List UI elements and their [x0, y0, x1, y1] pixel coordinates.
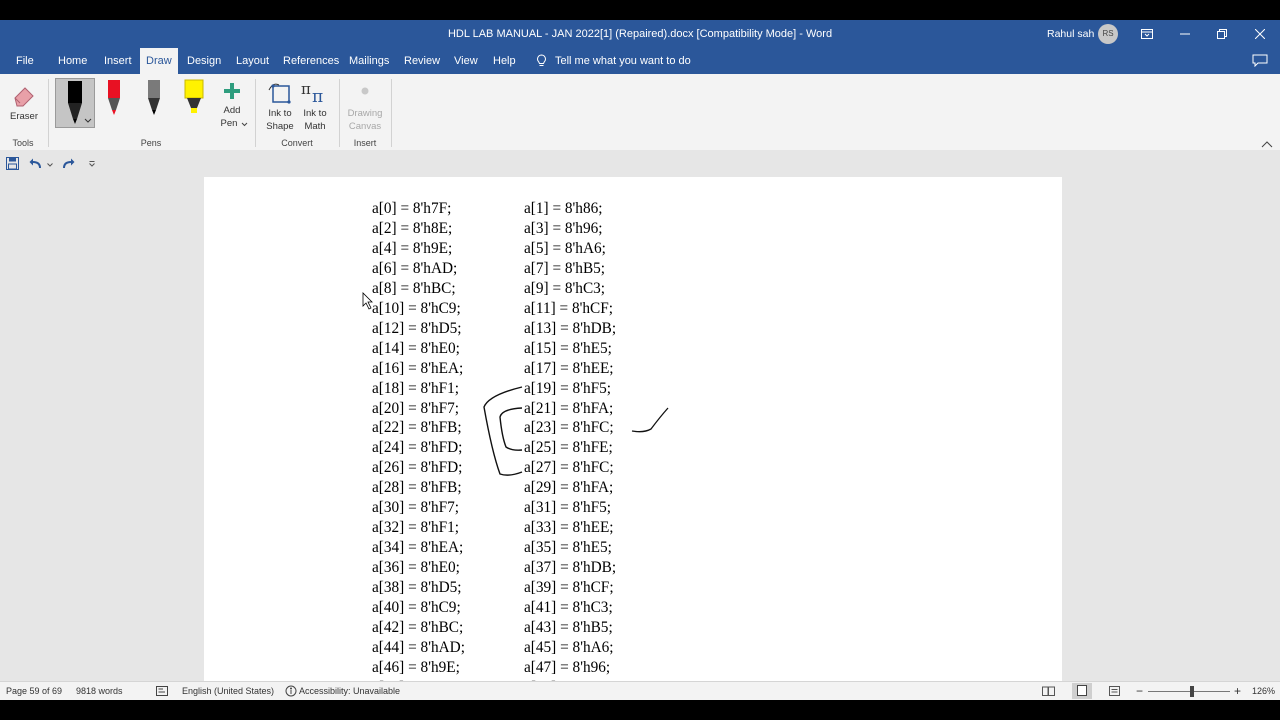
- tab-insert[interactable]: Insert: [104, 48, 132, 74]
- separator: [48, 79, 49, 147]
- word-window: HDL LAB MANUAL - JAN 2022[1] (Repaired).…: [0, 20, 1280, 700]
- document-page[interactable]: a[0] = 8'h7F; a[1] = 8'h86; a[2] = 8'h8E; a…: [204, 177, 1062, 697]
- tab-file[interactable]: File: [16, 48, 34, 74]
- language[interactable]: English (United States): [182, 682, 274, 700]
- accessibility-status[interactable]: Accessibility: Unavailable: [299, 682, 400, 700]
- ink-to-shape-label-1: Ink to: [268, 108, 292, 119]
- zoom-level[interactable]: 126%: [1252, 682, 1275, 700]
- ink-to-math-button[interactable]: π π Ink to Math: [297, 78, 333, 136]
- chevron-down-icon[interactable]: [47, 163, 53, 167]
- ribbon-display-options-icon[interactable]: [1132, 20, 1162, 48]
- tab-design[interactable]: Design: [187, 48, 221, 74]
- zoom-slider-thumb[interactable]: [1190, 686, 1194, 697]
- pencil-icon: [148, 80, 160, 115]
- chevron-down-icon: [84, 118, 92, 123]
- highlighter-yellow[interactable]: [175, 78, 213, 128]
- ink-to-shape-icon: [268, 83, 291, 104]
- ribbon: Eraser Tools Add Pen Pens Ink to Shape π…: [0, 74, 1280, 151]
- print-layout-icon: [1077, 685, 1087, 696]
- handwritten-annotation: [483, 386, 669, 476]
- ink-to-math-label-1: Ink to: [303, 108, 327, 119]
- tab-references[interactable]: References: [283, 48, 339, 74]
- separator: [339, 79, 340, 147]
- black-pen-icon: [68, 81, 82, 124]
- highlighter-icon: [184, 79, 204, 113]
- svg-text:π: π: [312, 87, 323, 106]
- avatar[interactable]: RS: [1098, 24, 1118, 44]
- title-bar: HDL LAB MANUAL - JAN 2022[1] (Repaired).…: [0, 20, 1280, 48]
- add-pen-button[interactable]: Add Pen: [214, 78, 250, 138]
- tab-draw[interactable]: Draw: [140, 48, 178, 74]
- add-pen-label-2: Pen: [220, 118, 238, 129]
- plus-icon: [224, 83, 240, 99]
- word-count[interactable]: 9818 words: [76, 682, 123, 700]
- tab-review[interactable]: Review: [404, 48, 440, 74]
- zoom-in-button[interactable]: +: [1234, 682, 1241, 700]
- restore-icon[interactable]: [1207, 20, 1237, 48]
- comments-icon[interactable]: [1252, 54, 1268, 67]
- chevron-down-icon: [241, 122, 248, 127]
- zoom-out-button[interactable]: −: [1136, 682, 1143, 700]
- add-pen-label-1: Add: [223, 105, 241, 116]
- save-icon[interactable]: [6, 157, 19, 170]
- drawing-canvas-button: Drawing Canvas: [344, 78, 386, 136]
- drawing-canvas-label-1: Drawing: [347, 108, 383, 119]
- tab-help[interactable]: Help: [493, 48, 516, 74]
- eraser-icon: [14, 87, 34, 107]
- tab-view[interactable]: View: [454, 48, 478, 74]
- proofing-icon[interactable]: [156, 686, 168, 696]
- group-tools-label: Tools: [12, 138, 34, 148]
- separator: [391, 79, 392, 147]
- status-bar: Page 59 of 69 9818 words English (United…: [0, 681, 1280, 700]
- ink-to-shape-label-2: Shape: [266, 121, 294, 132]
- red-pen-icon: [108, 80, 120, 115]
- minimize-icon[interactable]: [1170, 20, 1200, 48]
- undo-icon[interactable]: [29, 158, 43, 170]
- quick-access-toolbar: [0, 150, 1280, 176]
- ink-to-math-label-2: Math: [304, 121, 326, 132]
- mouse-pointer-icon: [362, 292, 373, 310]
- ribbon-tabs: File Home Insert Draw Design Layout Refe…: [0, 48, 1280, 74]
- ink-to-shape-button[interactable]: Ink to Shape: [262, 78, 298, 136]
- customize-qat-icon[interactable]: [89, 161, 95, 167]
- user-name[interactable]: Rahul sah: [1047, 20, 1094, 48]
- redo-icon[interactable]: [61, 158, 75, 170]
- lightbulb-icon: [537, 54, 546, 66]
- group-insert-label: Insert: [353, 138, 377, 148]
- page-count[interactable]: Page 59 of 69: [6, 682, 62, 700]
- tell-me-search[interactable]: Tell me what you want to do: [536, 48, 691, 74]
- web-layout-icon[interactable]: [1109, 686, 1122, 697]
- zoom-slider[interactable]: [1148, 686, 1230, 697]
- drawing-canvas-label-2: Canvas: [348, 121, 382, 132]
- separator: [255, 79, 256, 147]
- accessibility-icon[interactable]: [285, 685, 297, 697]
- tab-layout[interactable]: Layout: [236, 48, 269, 74]
- group-pens-label: Pens: [140, 138, 162, 148]
- pen-black[interactable]: [55, 78, 95, 128]
- svg-text:π: π: [301, 80, 311, 98]
- drawing-canvas-icon: [361, 87, 369, 95]
- eraser-label: Eraser: [10, 111, 38, 122]
- tab-mailings[interactable]: Mailings: [349, 48, 389, 74]
- group-convert-label: Convert: [281, 138, 313, 148]
- collapse-ribbon-icon[interactable]: [1261, 140, 1273, 148]
- screen-bottom-bar: [0, 700, 1280, 720]
- read-mode-icon[interactable]: [1042, 686, 1055, 696]
- pen-red[interactable]: [95, 78, 133, 128]
- eraser-button[interactable]: Eraser: [6, 78, 42, 134]
- tell-me-text: Tell me what you want to do: [555, 55, 691, 67]
- close-icon[interactable]: [1245, 20, 1275, 48]
- pi-icon: π π: [301, 80, 323, 106]
- tab-home[interactable]: Home: [58, 48, 87, 74]
- pen-gray[interactable]: [135, 78, 173, 128]
- print-layout-button[interactable]: [1072, 683, 1092, 699]
